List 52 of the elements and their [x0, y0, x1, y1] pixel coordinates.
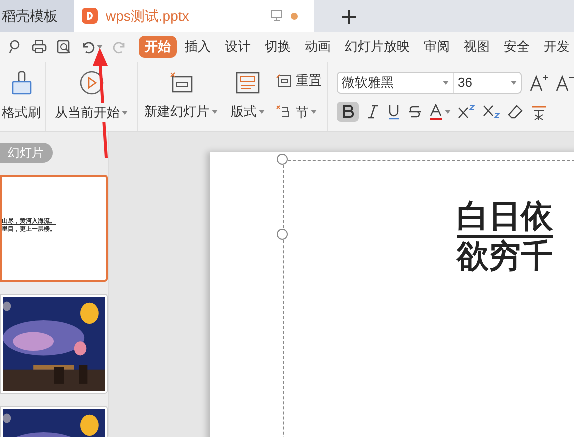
play-icon[interactable] [80, 70, 104, 95]
caret-icon [259, 110, 265, 114]
text-box[interactable]: 白日依 欲穷千 [283, 160, 574, 437]
menu-tab[interactable]: 视图 [458, 36, 496, 58]
eraser-icon[interactable] [508, 104, 524, 120]
grow-font-icon[interactable] [530, 74, 548, 92]
layout-button[interactable]: 版式 [231, 102, 265, 122]
format-painter-label[interactable]: 格式刷 [2, 102, 41, 122]
slide-canvas[interactable]: 白日依 欲穷千 [210, 152, 574, 437]
caret-icon [311, 110, 317, 114]
section-button[interactable]: 节 [296, 102, 317, 122]
strikethrough-icon[interactable] [408, 104, 422, 120]
menu-tab[interactable]: 开发 [538, 36, 574, 58]
font-color-icon[interactable] [429, 104, 443, 120]
tab-title: wps测试.pptx [106, 6, 190, 26]
print-icon[interactable] [32, 40, 47, 54]
bold-icon [342, 105, 354, 118]
menu-tab[interactable]: 动画 [299, 36, 337, 58]
menu-tab[interactable]: 设计 [219, 36, 257, 58]
reset-icon[interactable] [276, 74, 292, 88]
new-slide-button[interactable]: 新建幻灯片 [144, 102, 218, 122]
menu-tab[interactable]: 审阅 [418, 36, 456, 58]
italic-icon[interactable] [366, 104, 380, 120]
subscript-icon[interactable] [483, 104, 501, 120]
bold-button[interactable] [337, 102, 359, 122]
caret-icon [122, 110, 128, 114]
menu-tab[interactable]: 插入 [179, 36, 217, 58]
layout-icon[interactable] [236, 72, 260, 94]
superscript-icon[interactable] [458, 104, 476, 120]
new-slide-icon[interactable] [169, 72, 193, 94]
document-tab[interactable]: 稻壳模板 [0, 0, 74, 32]
print-preview-icon[interactable] [57, 40, 71, 54]
menu-tab[interactable]: 切换 [259, 36, 297, 58]
slides-file-icon [82, 8, 98, 24]
caret-icon [212, 110, 218, 114]
play-from-current-button[interactable]: 从当前开始 [55, 102, 128, 122]
tab-title: 稻壳模板 [2, 6, 58, 26]
menu-tab[interactable]: 安全 [498, 36, 536, 58]
reset-button[interactable]: 重置 [296, 71, 322, 90]
brush-icon[interactable] [10, 70, 32, 95]
underline-icon[interactable] [387, 104, 401, 120]
undo-icon[interactable] [81, 40, 95, 54]
resize-handle[interactable] [277, 154, 288, 165]
slide-text: 白日依 [457, 198, 553, 238]
shrink-font-icon[interactable] [556, 74, 574, 92]
monitor-icon[interactable] [271, 10, 283, 22]
slide-text: 欲穷千 [457, 238, 554, 275]
section-icon[interactable] [276, 105, 292, 120]
menu-tab[interactable]: 幻灯片放映 [339, 36, 416, 58]
plus-icon[interactable] [342, 10, 356, 24]
resize-handle[interactable] [277, 229, 288, 240]
caret-icon [445, 110, 451, 114]
